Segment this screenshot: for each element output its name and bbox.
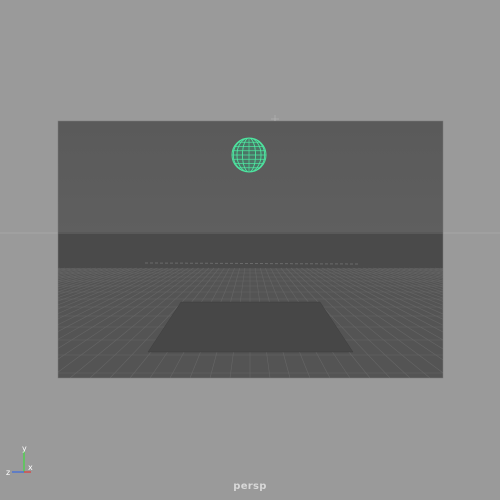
- horizon-band: [58, 232, 443, 268]
- pivot-marker-icon: [271, 115, 279, 121]
- x-axis-label: x: [28, 463, 33, 472]
- axis-gizmo: y x z: [6, 446, 33, 476]
- sphere-wireframe-icon[interactable]: [231, 137, 267, 173]
- plane-object[interactable]: [147, 301, 354, 353]
- y-axis-label: y: [22, 446, 27, 453]
- film-gate: [57, 115, 444, 379]
- z-axis-label: z: [6, 468, 10, 476]
- perspective-viewport[interactable]: y x z persp: [0, 0, 500, 500]
- camera-name-label: persp: [233, 481, 267, 492]
